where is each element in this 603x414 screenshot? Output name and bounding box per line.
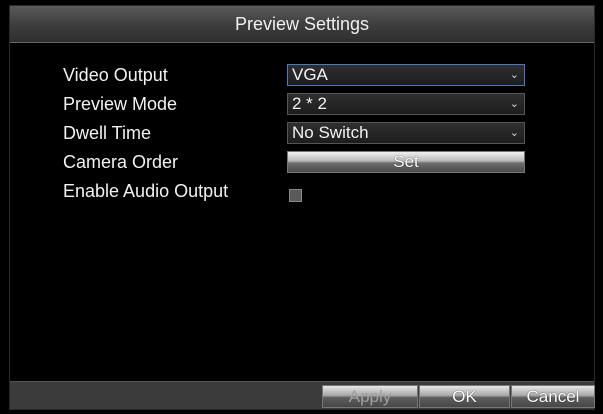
- chevron-down-icon: ⌄: [509, 98, 519, 110]
- camera-order-label: Camera Order: [63, 152, 179, 172]
- preview-mode-label: Preview Mode: [63, 94, 178, 114]
- preview-mode-value: 2 * 2: [292, 94, 327, 113]
- cancel-button[interactable]: Cancel: [511, 385, 595, 408]
- apply-button[interactable]: Apply: [322, 385, 418, 408]
- video-output-select[interactable]: VGA ⌄: [287, 64, 525, 86]
- dwell-time-select[interactable]: No Switch ⌄: [287, 122, 525, 144]
- dialog-title: Preview Settings: [10, 6, 594, 43]
- video-output-label: Video Output: [63, 65, 168, 85]
- preview-mode-select[interactable]: 2 * 2 ⌄: [287, 93, 525, 115]
- dwell-time-value: No Switch: [292, 123, 369, 142]
- ok-button[interactable]: OK: [419, 385, 510, 408]
- preview-settings-dialog: Preview Settings Video Output VGA ⌄ Prev…: [9, 5, 595, 410]
- dialog-footer: Apply OK Cancel: [10, 381, 595, 409]
- dwell-time-label: Dwell Time: [63, 123, 152, 143]
- chevron-down-icon: ⌄: [509, 127, 519, 139]
- enable-audio-output-label: Enable Audio Output: [63, 181, 229, 201]
- chevron-down-icon: ⌄: [509, 69, 519, 81]
- video-output-value: VGA: [292, 65, 328, 84]
- enable-audio-output-checkbox[interactable]: [289, 189, 302, 202]
- camera-order-set-button[interactable]: Set: [287, 151, 525, 173]
